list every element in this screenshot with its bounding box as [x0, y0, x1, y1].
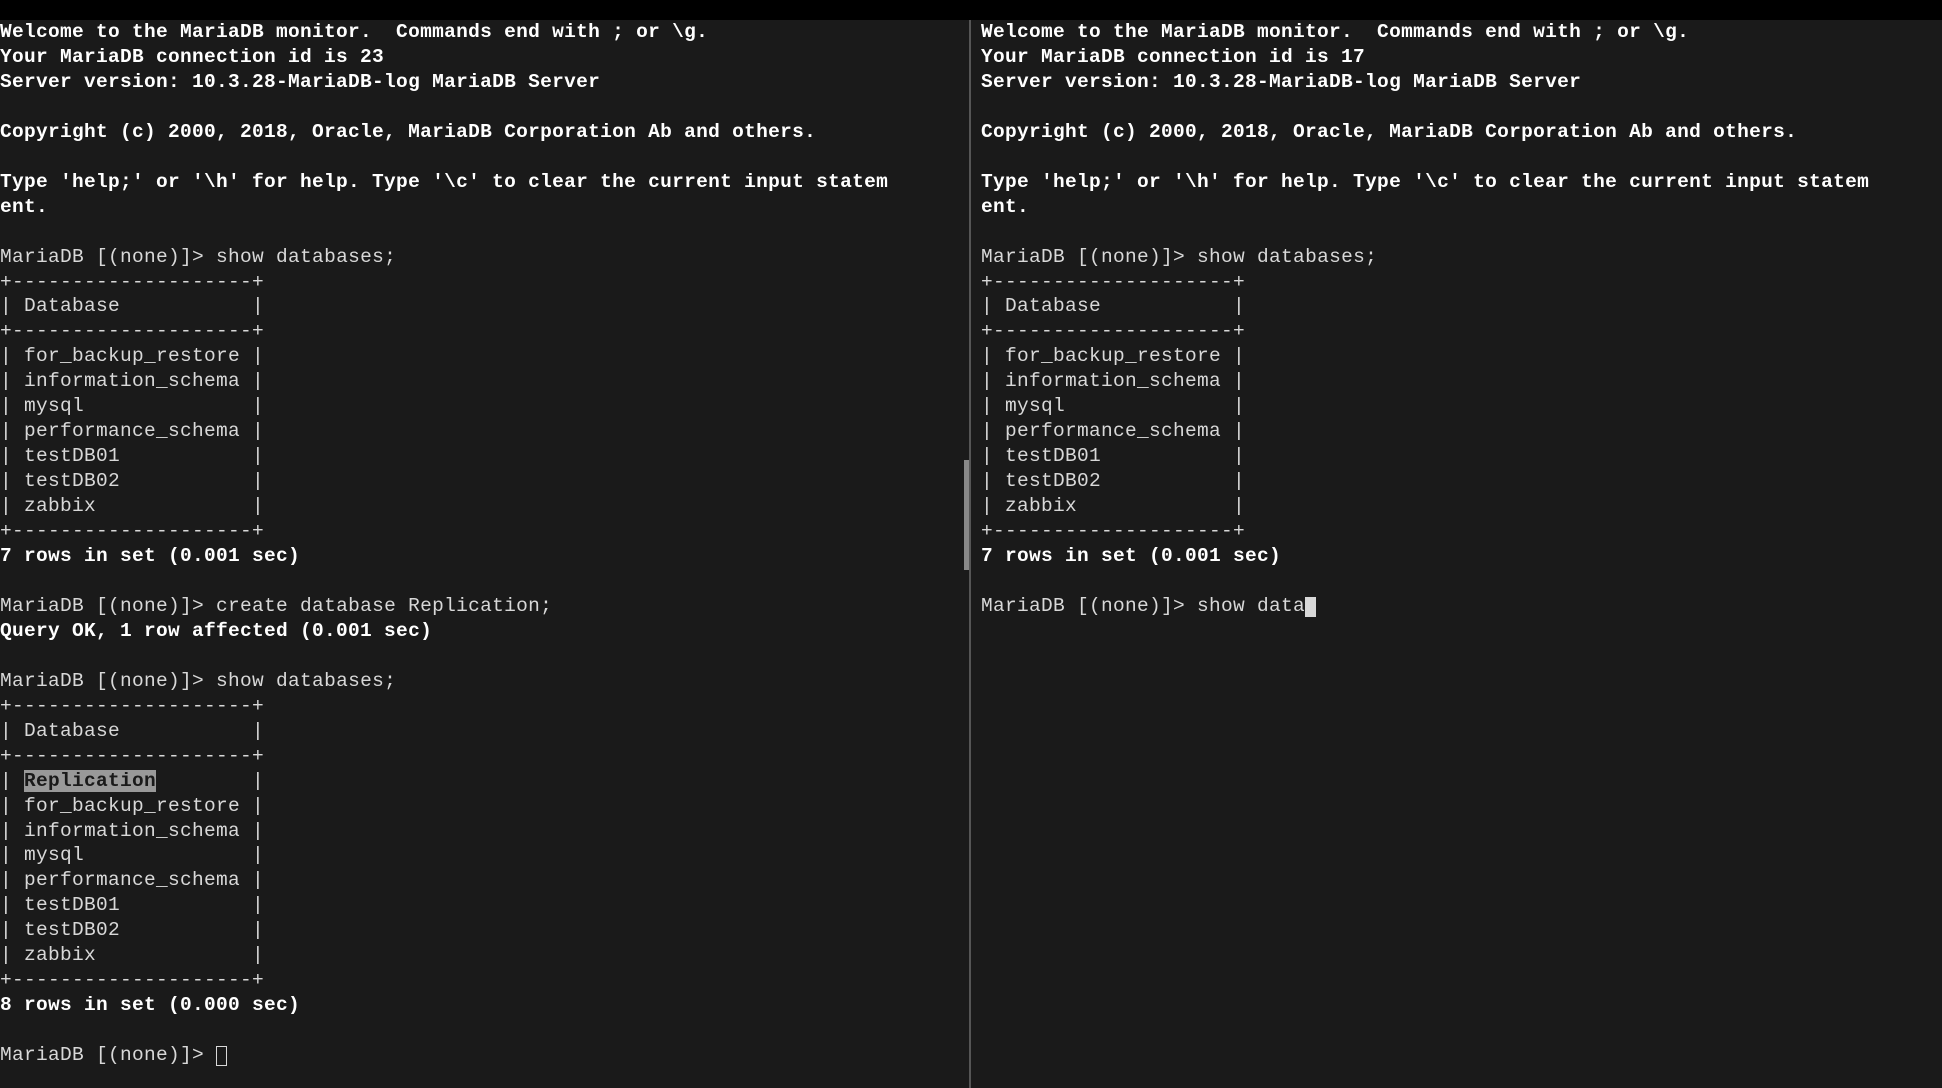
server-version-text: Server version: 10.3.28-MariaDB-log Mari…: [0, 71, 600, 93]
table-row: | performance_schema |: [981, 420, 1245, 442]
table-border: +--------------------+: [981, 320, 1245, 342]
connection-id-text: Your MariaDB connection id is 17: [981, 46, 1365, 68]
command-text: show databases;: [216, 670, 396, 692]
highlighted-db-name: Replication: [24, 770, 156, 792]
prompt: MariaDB [(none)]>: [0, 670, 216, 692]
table-row: | mysql |: [0, 395, 264, 417]
terminal-pane-right[interactable]: Welcome to the MariaDB monitor. Commands…: [971, 20, 1942, 1088]
welcome-text: Welcome to the MariaDB monitor. Commands…: [0, 21, 708, 43]
prompt: MariaDB [(none)]>: [981, 246, 1197, 268]
table-header: | Database |: [0, 720, 264, 742]
table-row: | performance_schema |: [0, 869, 264, 891]
table-row: | information_schema |: [981, 370, 1245, 392]
welcome-text: Welcome to the MariaDB monitor. Commands…: [981, 21, 1689, 43]
table-row: | testDB01 |: [981, 445, 1245, 467]
table-border: +--------------------+: [0, 969, 264, 991]
table-border: +--------------------+: [0, 320, 264, 342]
result-text: 7 rows in set (0.001 sec): [0, 545, 300, 567]
table-row: | information_schema |: [0, 370, 264, 392]
help-text-cont: ent.: [0, 196, 48, 218]
table-border: +--------------------+: [0, 271, 264, 293]
table-row: | testDB01 |: [0, 445, 264, 467]
table-header: | Database |: [0, 295, 264, 317]
table-row: | testDB02 |: [0, 919, 264, 941]
table-border: +--------------------+: [981, 520, 1245, 542]
table-row: | for_backup_restore |: [0, 345, 264, 367]
table-row-prefix: |: [0, 770, 24, 792]
result-text: 8 rows in set (0.000 sec): [0, 994, 300, 1016]
table-row: | for_backup_restore |: [981, 345, 1245, 367]
table-row: | zabbix |: [981, 495, 1245, 517]
table-row: | performance_schema |: [0, 420, 264, 442]
cursor-icon: [1305, 597, 1316, 617]
cursor-icon: [216, 1046, 227, 1066]
prompt: MariaDB [(none)]>: [981, 595, 1197, 617]
table-row: | for_backup_restore |: [0, 795, 264, 817]
prompt: MariaDB [(none)]>: [0, 595, 216, 617]
prompt: MariaDB [(none)]>: [0, 246, 216, 268]
result-text: 7 rows in set (0.001 sec): [981, 545, 1281, 567]
table-border: +--------------------+: [0, 745, 264, 767]
copyright-text: Copyright (c) 2000, 2018, Oracle, MariaD…: [0, 121, 816, 143]
table-row: | testDB02 |: [981, 470, 1245, 492]
table-border: +--------------------+: [981, 271, 1245, 293]
table-border: +--------------------+: [0, 695, 264, 717]
command-partial-text: show data: [1197, 595, 1305, 617]
connection-id-text: Your MariaDB connection id is 23: [0, 46, 384, 68]
help-text-cont: ent.: [981, 196, 1029, 218]
table-row-suffix: |: [156, 770, 264, 792]
terminal-split-view: Welcome to the MariaDB monitor. Commands…: [0, 0, 1942, 1088]
command-text: create database Replication;: [216, 595, 552, 617]
result-text: Query OK, 1 row affected (0.001 sec): [0, 620, 432, 642]
table-row: | zabbix |: [0, 944, 264, 966]
table-row: | testDB01 |: [0, 894, 264, 916]
table-border: +--------------------+: [0, 520, 264, 542]
table-row: | mysql |: [0, 844, 264, 866]
scrollbar[interactable]: [964, 460, 969, 570]
table-row: | mysql |: [981, 395, 1245, 417]
server-version-text: Server version: 10.3.28-MariaDB-log Mari…: [981, 71, 1581, 93]
table-row: | testDB02 |: [0, 470, 264, 492]
terminal-pane-left[interactable]: Welcome to the MariaDB monitor. Commands…: [0, 20, 971, 1088]
command-text: show databases;: [1197, 246, 1377, 268]
copyright-text: Copyright (c) 2000, 2018, Oracle, MariaD…: [981, 121, 1797, 143]
table-row: | zabbix |: [0, 495, 264, 517]
help-text: Type 'help;' or '\h' for help. Type '\c'…: [981, 171, 1869, 193]
help-text: Type 'help;' or '\h' for help. Type '\c'…: [0, 171, 888, 193]
command-text: show databases;: [216, 246, 396, 268]
prompt: MariaDB [(none)]>: [0, 1044, 216, 1066]
table-header: | Database |: [981, 295, 1245, 317]
table-row: | information_schema |: [0, 820, 264, 842]
